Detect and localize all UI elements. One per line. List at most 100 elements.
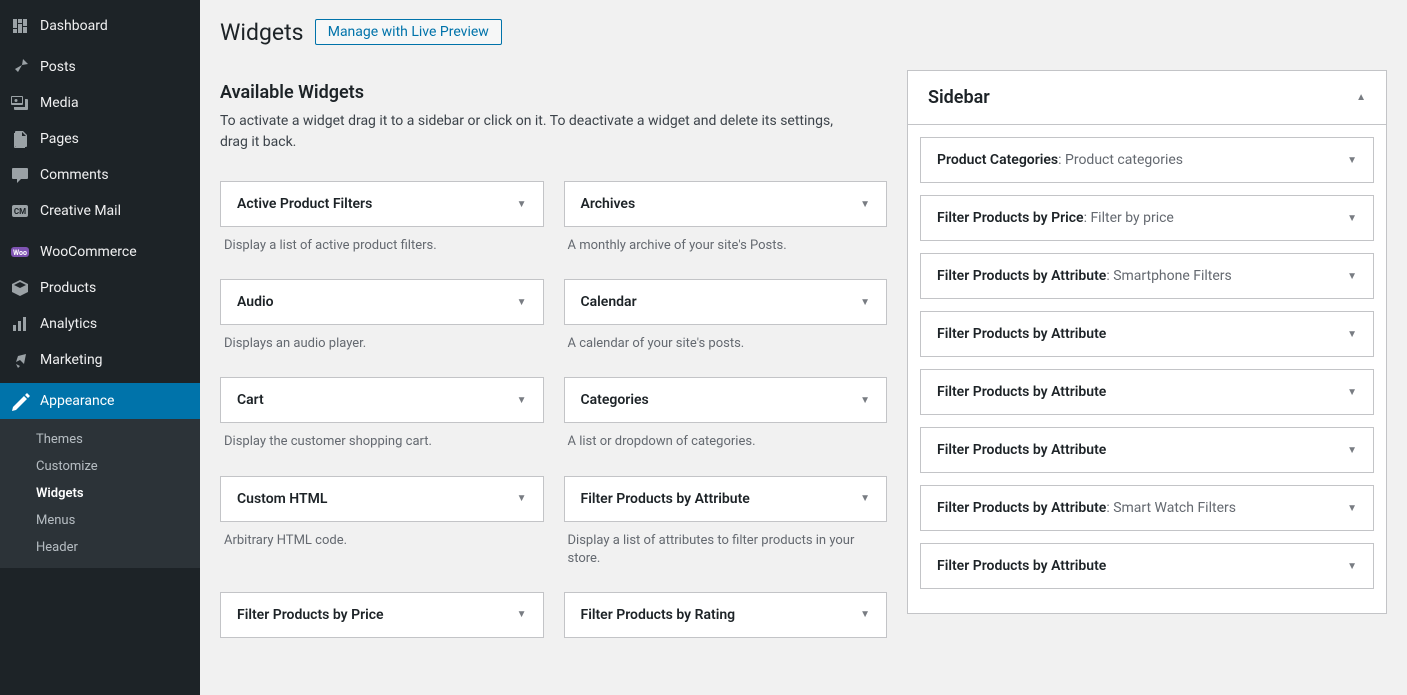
available-widget-desc: Display the customer shopping cart. [220,423,544,463]
svg-text:CM: CM [14,207,26,216]
menu-creative-mail[interactable]: CM Creative Mail [0,193,200,229]
available-widget: Filter Products by Rating ▼ [564,592,888,660]
content-area: Widgets Manage with Live Preview Availab… [200,0,1407,695]
available-widget: Custom HTML ▼ Arbitrary HTML code. [220,476,544,580]
available-widget-desc: Displays an audio player. [220,325,544,365]
available-widget-box[interactable]: Filter Products by Price ▼ [220,592,544,638]
menu-media[interactable]: Media [0,85,200,121]
chevron-up-icon: ▲ [1356,92,1366,103]
available-widget: Active Product Filters ▼ Display a list … [220,181,544,267]
chevron-down-icon: ▼ [860,395,870,406]
chevron-down-icon: ▼ [517,199,527,210]
menu-posts-label: Posts [40,59,76,75]
available-widget-title: Audio [237,294,274,310]
chevron-down-icon: ▼ [1347,445,1357,456]
menu-dashboard[interactable]: Dashboard [0,8,200,44]
available-widget-box[interactable]: Custom HTML ▼ [220,476,544,522]
chevron-down-icon: ▼ [860,199,870,210]
available-widget-box[interactable]: Calendar ▼ [564,279,888,325]
available-widget-box[interactable]: Audio ▼ [220,279,544,325]
submenu-customize[interactable]: Customize [0,453,200,480]
available-widget: Categories ▼ A list or dropdown of categ… [564,377,888,463]
live-preview-button[interactable]: Manage with Live Preview [315,19,502,45]
available-widget-box[interactable]: Active Product Filters ▼ [220,181,544,227]
menu-marketing[interactable]: Marketing [0,342,200,378]
available-widget-desc: A monthly archive of your site's Posts. [564,227,888,267]
placed-widget-title: Product Categories: Product categories [937,152,1183,168]
available-widget-desc: Display a list of attributes to filter p… [564,522,888,580]
comments-icon [10,165,30,185]
sidebar-zone-header[interactable]: Sidebar ▲ [908,71,1386,125]
available-widget-box[interactable]: Filter Products by Rating ▼ [564,592,888,638]
available-widget: Filter Products by Price ▼ [220,592,544,660]
chevron-down-icon: ▼ [517,297,527,308]
sidebar-zone-body[interactable]: Product Categories: Product categories ▼… [908,125,1386,613]
placed-widget[interactable]: Product Categories: Product categories ▼ [920,137,1374,183]
placed-widget[interactable]: Filter Products by Attribute: Smartphone… [920,253,1374,299]
appearance-icon [10,391,30,411]
placed-widget[interactable]: Filter Products by Attribute ▼ [920,427,1374,473]
menu-dashboard-label: Dashboard [40,18,108,34]
available-widget-title: Filter Products by Price [237,607,384,623]
menu-posts[interactable]: Posts [0,49,200,85]
available-widget-desc: Display a list of active product filters… [220,227,544,267]
available-widgets-grid: Active Product Filters ▼ Display a list … [220,181,887,672]
submenu-menus[interactable]: Menus [0,507,200,534]
sidebar-zone: Sidebar ▲ Product Categories: Product ca… [907,70,1387,614]
submenu-header[interactable]: Header [0,534,200,561]
menu-woocommerce[interactable]: Woo WooCommerce [0,234,200,270]
submenu-widgets[interactable]: Widgets [0,480,200,507]
placed-widget[interactable]: Filter Products by Attribute ▼ [920,543,1374,589]
menu-media-label: Media [40,95,79,111]
menu-products-label: Products [40,280,96,296]
chevron-down-icon: ▼ [517,395,527,406]
menu-products[interactable]: Products [0,270,200,306]
placed-widget-title: Filter Products by Attribute [937,442,1106,458]
appearance-submenu: Themes Customize Widgets Menus Header [0,419,200,568]
marketing-icon [10,350,30,370]
available-widget-box[interactable]: Cart ▼ [220,377,544,423]
available-widget-box[interactable]: Archives ▼ [564,181,888,227]
placed-widget-title: Filter Products by Price: Filter by pric… [937,210,1174,226]
chevron-down-icon: ▼ [1347,155,1357,166]
chevron-down-icon: ▼ [1347,271,1357,282]
available-widget-title: Calendar [581,294,637,310]
placed-widget[interactable]: Filter Products by Attribute: Smart Watc… [920,485,1374,531]
menu-creative-mail-label: Creative Mail [40,203,121,219]
chevron-down-icon: ▼ [860,493,870,504]
available-widgets-heading: Available Widgets [220,82,887,103]
menu-pages-label: Pages [40,131,79,147]
menu-analytics[interactable]: Analytics [0,306,200,342]
placed-widget[interactable]: Filter Products by Price: Filter by pric… [920,195,1374,241]
page-title: Widgets [220,10,303,50]
available-widget-desc [220,638,544,660]
creative-mail-icon: CM [10,201,30,221]
chevron-down-icon: ▼ [1347,387,1357,398]
analytics-icon [10,314,30,334]
menu-analytics-label: Analytics [40,316,97,332]
placed-widget-title: Filter Products by Attribute [937,326,1106,342]
menu-pages[interactable]: Pages [0,121,200,157]
chevron-down-icon: ▼ [517,609,527,620]
menu-comments-label: Comments [40,167,109,183]
svg-text:Woo: Woo [13,249,27,257]
menu-appearance[interactable]: Appearance [0,383,200,419]
placed-widget[interactable]: Filter Products by Attribute ▼ [920,311,1374,357]
available-widget-box[interactable]: Categories ▼ [564,377,888,423]
menu-comments[interactable]: Comments [0,157,200,193]
placed-widget-title: Filter Products by Attribute [937,384,1106,400]
available-widget-title: Cart [237,392,264,408]
chevron-down-icon: ▼ [1347,503,1357,514]
available-widget-desc: A list or dropdown of categories. [564,423,888,463]
submenu-themes[interactable]: Themes [0,426,200,453]
available-widget-title: Active Product Filters [237,196,372,212]
pages-icon [10,129,30,149]
available-widget-title: Filter Products by Attribute [581,491,750,507]
admin-menu: Dashboard Posts Media Pages Comments CM … [0,0,200,695]
chevron-down-icon: ▼ [1347,213,1357,224]
available-widget-title: Custom HTML [237,491,327,507]
chevron-down-icon: ▼ [860,609,870,620]
chevron-down-icon: ▼ [517,493,527,504]
available-widget-box[interactable]: Filter Products by Attribute ▼ [564,476,888,522]
placed-widget[interactable]: Filter Products by Attribute ▼ [920,369,1374,415]
